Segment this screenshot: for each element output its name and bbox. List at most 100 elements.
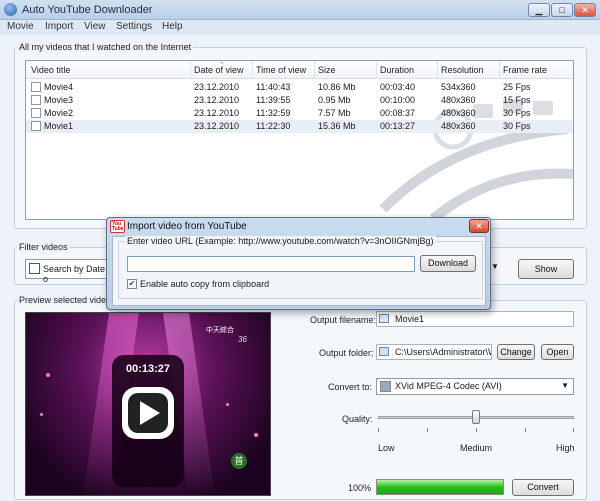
sparkle: [254, 433, 258, 437]
cell-time: 11:40:43: [256, 82, 291, 92]
row-checkbox[interactable]: [31, 108, 41, 118]
row-checkbox[interactable]: [31, 82, 41, 92]
menu-help[interactable]: Help: [162, 21, 183, 32]
cell-fps: 25 Fps: [503, 82, 531, 92]
url-input[interactable]: [127, 256, 415, 272]
cell-resolution: 480x360: [441, 121, 476, 131]
col-time-of-view[interactable]: Time of view: [256, 65, 306, 75]
videos-table[interactable]: Video title Date of view ⌃ Time of view …: [25, 60, 574, 220]
quality-slider-thumb[interactable]: [472, 410, 480, 424]
cell-time: 11:39:55: [256, 95, 291, 105]
cell-date: 23.12.2010: [194, 82, 240, 92]
open-button[interactable]: Open: [541, 344, 574, 360]
table-row[interactable]: Movie2 23.12.2010 11:32:59 7.57 Mb 00:08…: [26, 107, 573, 120]
slider-tick: [525, 428, 526, 432]
cell-fps: 30 Fps: [503, 108, 531, 118]
import-dialog: You Tube Import video from YouTube ✕ Ent…: [106, 217, 491, 310]
progress-text: 100%: [348, 483, 372, 493]
cell-size: 15.36 Mb: [318, 121, 356, 131]
col-video-title[interactable]: Video title: [31, 65, 70, 75]
table-row[interactable]: Movie4 23.12.2010 11:40:43 10.86 Mb 00:0…: [26, 81, 573, 94]
menu-bar: Movie Import View Settings Help: [0, 20, 600, 35]
preview-group-label: Preview selected video: [17, 295, 114, 305]
chevron-down-icon: ▼: [561, 381, 569, 390]
convert-to-label: Convert to:: [328, 382, 373, 392]
col-duration[interactable]: Duration: [380, 65, 414, 75]
codec-icon: [380, 381, 391, 392]
sparkle: [226, 403, 229, 406]
cell-resolution: 534x360: [441, 82, 476, 92]
output-filename-field[interactable]: Movie1: [376, 311, 574, 327]
cell-date: 23.12.2010: [194, 95, 240, 105]
filter-combo[interactable]: Search by Date o: [25, 259, 110, 284]
cell-duration: 00:10:00: [380, 95, 416, 105]
cell-size: 0.95 Mb: [318, 95, 351, 105]
folder-icon: [379, 347, 389, 356]
col-size[interactable]: Size: [318, 65, 336, 75]
output-filename-label: Output filename:: [310, 315, 377, 325]
cell-fps: 15 Fps: [503, 95, 531, 105]
row-checkbox[interactable]: [31, 95, 41, 105]
rating-badge-icon: 普: [231, 453, 247, 469]
output-filename-value: Movie1: [395, 314, 425, 324]
menu-import[interactable]: Import: [45, 21, 73, 32]
col-resolution[interactable]: Resolution: [441, 65, 484, 75]
convert-button[interactable]: Convert: [512, 479, 574, 496]
output-folder-label: Output folder:: [319, 348, 374, 358]
dropdown-arrow-icon[interactable]: ▼: [491, 262, 499, 271]
row-checkbox[interactable]: [31, 121, 41, 131]
download-button[interactable]: Download: [420, 255, 476, 272]
cell-duration: 00:03:40: [380, 82, 416, 92]
maximize-button[interactable]: □: [551, 3, 573, 17]
menu-movie[interactable]: Movie: [7, 21, 34, 32]
videos-group-label: All my videos that I watched on the Inte…: [17, 42, 194, 52]
cell-resolution: 480x360: [441, 108, 476, 118]
cell-size: 7.57 Mb: [318, 108, 351, 118]
change-button[interactable]: Change: [497, 344, 535, 360]
slider-tick: [427, 428, 428, 432]
sparkle: [46, 373, 50, 377]
quality-medium-label: Medium: [460, 443, 493, 453]
cell-time: 11:22:30: [256, 121, 291, 131]
output-folder-field[interactable]: C:\Users\Administrator\Wi: [376, 344, 492, 360]
play-icon[interactable]: [120, 385, 176, 441]
cell-title: Movie3: [44, 95, 74, 105]
filter-combo-value: Search by Date o: [43, 264, 106, 284]
menu-view[interactable]: View: [84, 21, 106, 32]
sparkle: [40, 413, 43, 416]
table-row[interactable]: Movie3 23.12.2010 11:39:55 0.95 Mb 00:10…: [26, 94, 573, 107]
show-button[interactable]: Show: [518, 259, 574, 279]
cell-duration: 00:08:37: [380, 108, 416, 118]
quality-low-label: Low: [378, 443, 395, 453]
codec-value: XVid MPEG-4 Codec (AVI): [395, 381, 502, 391]
cell-title: Movie1: [44, 121, 74, 131]
conversion-progress: [376, 479, 504, 495]
table-row-selected[interactable]: Movie1 23.12.2010 11:22:30 15.36 Mb 00:1…: [26, 120, 573, 133]
minimize-button[interactable]: ▁: [528, 3, 550, 17]
url-prompt: Enter video URL (Example: http://www.you…: [125, 236, 436, 246]
timecode: 00:13:27: [125, 363, 171, 375]
codec-select[interactable]: XVid MPEG-4 Codec (AVI) ▼: [376, 378, 574, 395]
window-title: Auto YouTube Downloader: [22, 4, 153, 16]
cell-duration: 00:13:27: [380, 121, 416, 131]
menu-settings[interactable]: Settings: [116, 21, 152, 32]
auto-copy-checkbox[interactable]: ✔: [127, 279, 137, 289]
youtube-icon: You Tube: [110, 220, 125, 233]
slider-tick: [476, 428, 477, 432]
cell-size: 10.86 Mb: [318, 82, 356, 92]
cell-title: Movie2: [44, 108, 74, 118]
sort-arrow-icon: ⌃: [219, 62, 225, 69]
app-icon: [4, 3, 17, 16]
channel-logo: 中天綜合: [206, 327, 234, 334]
dialog-title: Import video from YouTube: [127, 221, 247, 232]
video-preview[interactable]: 中天綜合 36 00:13:27 普: [25, 312, 271, 496]
cell-title: Movie4: [44, 82, 74, 92]
col-frame-rate[interactable]: Frame rate: [503, 65, 547, 75]
channel-number: 36: [238, 335, 247, 344]
cell-resolution: 480x360: [441, 95, 476, 105]
close-button[interactable]: ✕: [574, 3, 596, 17]
slider-tick: [378, 428, 379, 432]
cell-date: 23.12.2010: [194, 121, 240, 131]
dialog-close-button[interactable]: ✕: [469, 219, 489, 233]
cell-date: 23.12.2010: [194, 108, 240, 118]
